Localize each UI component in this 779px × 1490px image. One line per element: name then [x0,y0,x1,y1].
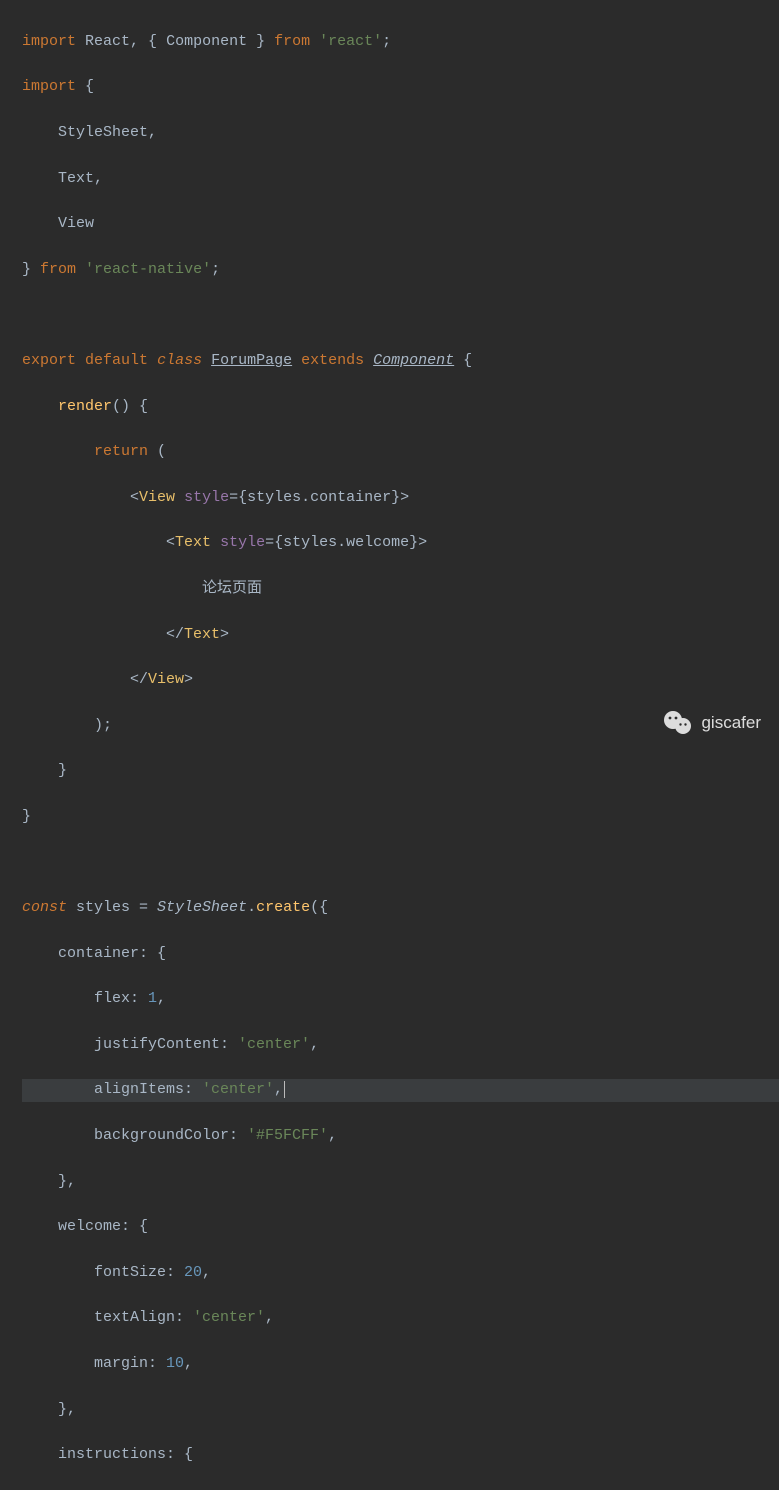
code-line: } [22,806,779,829]
code-line: Text, [22,168,779,191]
code-line: flex: 1, [22,988,779,1011]
code-line: welcome: { [22,1216,779,1239]
code-line: fontSize: 20, [22,1262,779,1285]
code-line: export default class ForumPage extends C… [22,350,779,373]
code-line: import { [22,76,779,99]
watermark-label: giscafer [701,712,761,735]
code-line: const styles = StyleSheet.create({ [22,897,779,920]
code-line: return ( [22,441,779,464]
code-line: container: { [22,943,779,966]
wechat-icon [663,710,693,736]
text-cursor [284,1081,285,1098]
code-editor[interactable]: import React, { Component } from 'react'… [0,0,779,1490]
code-line: render() { [22,396,779,419]
code-line: StyleSheet, [22,122,779,145]
code-line: <View style={styles.container}> [22,487,779,510]
code-line: instructions: { [22,1444,779,1467]
code-line: }, [22,1399,779,1422]
code-line: } from 'react-native'; [22,259,779,282]
code-line: <Text style={styles.welcome}> [22,532,779,555]
code-line: </View> [22,669,779,692]
code-line: import React, { Component } from 'react'… [22,31,779,54]
code-line: </Text> [22,624,779,647]
watermark: giscafer [663,710,761,736]
code-line: margin: 10, [22,1353,779,1376]
code-line: }, [22,1171,779,1194]
code-line: backgroundColor: '#F5FCFF', [22,1125,779,1148]
code-line [22,304,779,327]
code-line: 论坛页面 [22,578,779,601]
code-line: View [22,213,779,236]
code-line: } [22,760,779,783]
code-line: textAlign: 'center', [22,1307,779,1330]
code-line [22,851,779,874]
code-line: justifyContent: 'center', [22,1034,779,1057]
code-line-current: alignItems: 'center', [22,1079,779,1102]
